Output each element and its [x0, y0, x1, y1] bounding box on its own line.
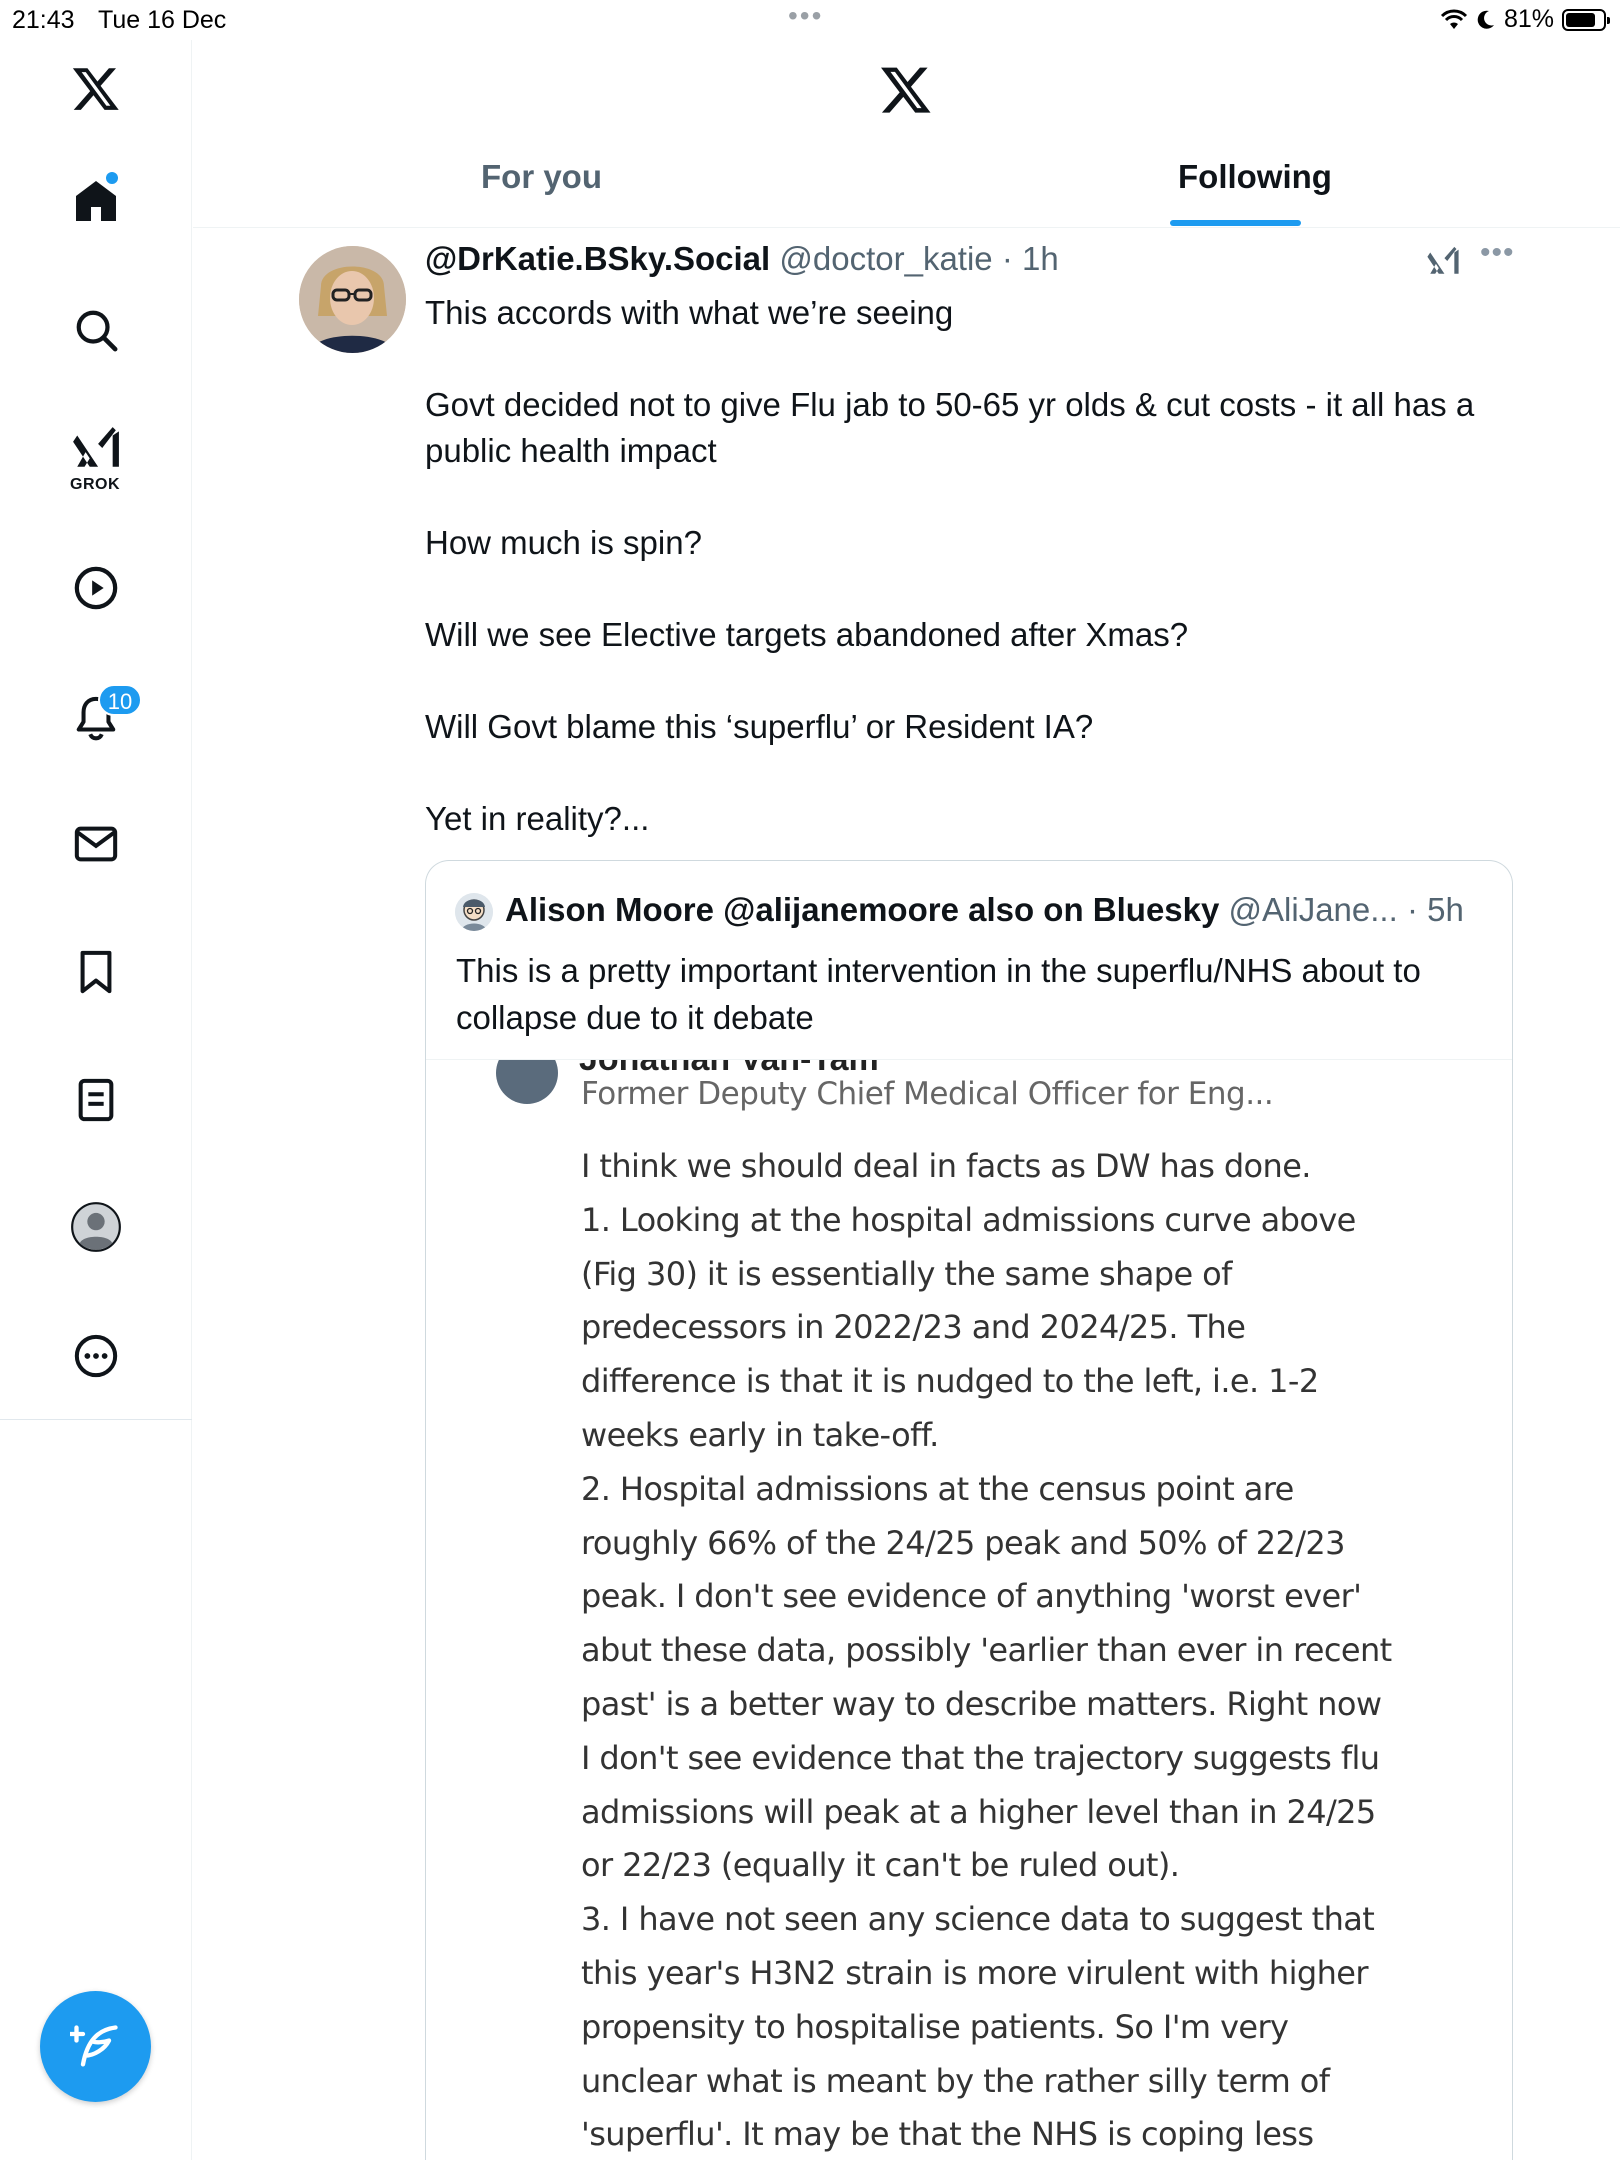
tweet-handle[interactable]: @doctor_katie: [779, 240, 992, 277]
tweet-line: Yet in reality?...: [425, 800, 650, 837]
status-date: Tue 16 Dec: [98, 6, 227, 34]
screenshot-line: propensity to hospitalise patients. So I…: [581, 2007, 1289, 2046]
more-icon[interactable]: [66, 1326, 126, 1386]
moon-icon: [1477, 10, 1494, 29]
screenshot-line: (Fig 30) it is essentially the same shap…: [581, 1254, 1232, 1293]
screenshot-line: past' is a better way to describe matter…: [581, 1684, 1382, 1723]
quote-display-name: Alison Moore @alijanemoore also on Blues…: [505, 891, 1220, 928]
screenshot-line: I don't see evidence that the trajectory…: [581, 1738, 1380, 1777]
tweet-separator: ·: [992, 240, 1022, 277]
battery-icon: [1562, 8, 1610, 31]
list-icon[interactable]: [66, 1070, 126, 1130]
screenshot-line: difference is that it is nudged to the l…: [581, 1362, 1319, 1401]
quote-time: 5h: [1427, 891, 1464, 928]
status-right: 81%: [1440, 5, 1610, 34]
tweet-avatar[interactable]: [299, 246, 406, 353]
quote-separator: ·: [1397, 891, 1428, 928]
compose-icon: [69, 2024, 118, 2066]
screenshot-avatar: [496, 1060, 558, 1104]
screenshot-line: abut these data, possibly 'earlier than …: [581, 1631, 1392, 1670]
screenshot-line: predecessors in 2022/23 and 2024/25. The: [581, 1308, 1246, 1347]
notification-badge: 10: [98, 684, 142, 716]
tweet-line: Govt decided not to give Flu jab to 50-6…: [425, 386, 1475, 469]
screenshot-line: 2. Hospital admissions at the census poi…: [581, 1469, 1294, 1508]
screenshot-line: roughly 66% of the 24/25 peak and 50% of…: [581, 1523, 1346, 1562]
sidebar-divider: [0, 1419, 192, 1420]
x-logo-icon[interactable]: [66, 58, 126, 118]
quote-text: This is a pretty important intervention …: [456, 952, 1421, 1036]
x-header-logo-icon[interactable]: [879, 62, 939, 122]
screenshot-line: 3. I have not seen any science data to s…: [581, 1900, 1375, 1939]
play-icon[interactable]: [66, 558, 126, 618]
bookmark-icon[interactable]: [66, 942, 126, 1002]
compose-button[interactable]: [40, 1991, 151, 2102]
screenshot-line: 1. Looking at the hospital admissions cu…: [581, 1200, 1356, 1239]
screenshot-line: 'superflu'. It may be that the NHS is co…: [581, 2115, 1314, 2154]
battery-percent: 81%: [1503, 5, 1554, 33]
tweet-header: @DrKatie.BSky.Social @doctor_katie · 1h: [425, 240, 1059, 278]
tweet-time[interactable]: 1h: [1022, 240, 1059, 277]
profile-icon[interactable]: [66, 1197, 126, 1257]
screenshot-line: weeks early in take-off.: [581, 1415, 939, 1454]
screenshot-line: I think we should deal in facts as DW ha…: [581, 1147, 1311, 1185]
tweet-text: This accords with what we’re seeing Govt…: [425, 290, 1515, 842]
screenshot-line: unclear what is meant by the rather sill…: [581, 2061, 1330, 2100]
tweet-line: Will Govt blame this ‘superflu’ or Resid…: [425, 708, 1094, 745]
multitask-dots-icon[interactable]: •••: [788, 0, 823, 32]
tweet-more-icon[interactable]: •••: [1480, 236, 1515, 270]
screenshot-text: I think we should deal in facts as DW ha…: [581, 1140, 1461, 2160]
search-icon[interactable]: [66, 300, 126, 360]
battery-level: [1566, 12, 1596, 27]
tweet-line: This accords with what we’re seeing: [425, 294, 954, 331]
quote-handle: @AliJane...: [1228, 891, 1398, 928]
screenshot-line: this year's H3N2 strain is more virulent…: [581, 1953, 1369, 1992]
tab-for-you[interactable]: For you: [481, 158, 602, 196]
tweet-display-name[interactable]: @DrKatie.BSky.Social: [425, 240, 770, 277]
mail-icon[interactable]: [66, 814, 126, 874]
quote-screenshot-image[interactable]: Jonathan Van-Tam Former Deputy Chief Med…: [426, 1059, 1512, 2160]
screenshot-line: admissions will peak at a higher level t…: [581, 1792, 1376, 1831]
grok-explain-icon[interactable]: [1426, 244, 1460, 278]
timeline-header: For you Following: [193, 40, 1620, 228]
grok-label: GROK: [70, 476, 120, 493]
quote-header: Alison Moore @alijanemoore also on Blues…: [505, 891, 1464, 929]
active-tab-indicator: [1170, 220, 1301, 226]
screenshot-line: or 22/23 (equally it can't be ruled out)…: [581, 1846, 1180, 1885]
status-time: 21:43: [12, 6, 75, 34]
screenshot-line: peak. I don't see evidence of anything '…: [581, 1577, 1362, 1616]
status-bar: 21:43 Tue 16 Dec ••• 81%: [0, 0, 1620, 40]
tab-following[interactable]: Following: [1178, 158, 1332, 196]
home-unread-dot: [106, 172, 118, 184]
grok-icon[interactable]: [66, 418, 126, 478]
wifi-icon: [1440, 9, 1468, 29]
screenshot-author-subtitle: Former Deputy Chief Medical Officer for …: [581, 1076, 1274, 1112]
quote-avatar: [455, 893, 493, 931]
tweet-line: Will we see Elective targets abandoned a…: [425, 616, 1189, 653]
tweet-line: How much is spin?: [425, 524, 702, 561]
quoted-tweet[interactable]: Alison Moore @alijanemoore also on Blues…: [425, 860, 1513, 2160]
